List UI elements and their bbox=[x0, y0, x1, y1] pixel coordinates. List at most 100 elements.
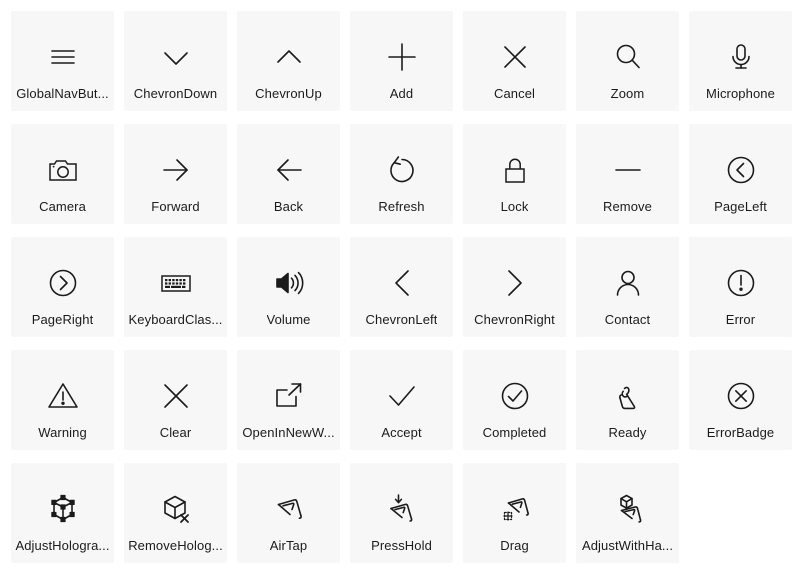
drag-icon bbox=[495, 489, 535, 529]
icon-card-drag[interactable]: Drag bbox=[463, 463, 566, 563]
icon-label: Warning bbox=[38, 425, 87, 440]
press-hold-icon bbox=[382, 489, 422, 529]
microphone-icon bbox=[721, 37, 761, 77]
icon-card-forward[interactable]: Forward bbox=[124, 124, 227, 224]
completed-icon bbox=[495, 376, 535, 416]
icon-label: Add bbox=[389, 86, 414, 101]
error-icon bbox=[721, 263, 761, 303]
icon-card-lock[interactable]: Lock bbox=[463, 124, 566, 224]
page-right-icon bbox=[43, 263, 83, 303]
refresh-icon bbox=[382, 150, 422, 190]
adjust-with-hand-icon bbox=[608, 489, 648, 529]
volume-icon bbox=[269, 263, 309, 303]
icon-card-microphone[interactable]: Microphone bbox=[689, 11, 792, 111]
back-icon bbox=[269, 150, 309, 190]
icon-card-air-tap[interactable]: AirTap bbox=[237, 463, 340, 563]
icon-card-page-right[interactable]: PageRight bbox=[11, 237, 114, 337]
icon-label: ErrorBadge bbox=[706, 425, 775, 440]
icon-label: Back bbox=[273, 199, 304, 214]
icon-label: ChevronUp bbox=[255, 86, 322, 101]
keyboard-classic-icon bbox=[156, 263, 196, 303]
icon-label: AdjustWithHa... bbox=[581, 538, 674, 553]
icon-label: PageRight bbox=[31, 312, 94, 327]
icon-label: ChevronRight bbox=[474, 312, 555, 327]
icon-label: PressHold bbox=[371, 538, 432, 553]
global-nav-button-icon bbox=[43, 37, 83, 77]
icon-card-chevron-left[interactable]: ChevronLeft bbox=[350, 237, 453, 337]
icon-card-zoom[interactable]: Zoom bbox=[576, 11, 679, 111]
icon-label: Refresh bbox=[378, 199, 425, 214]
icon-card-clear[interactable]: Clear bbox=[124, 350, 227, 450]
icon-gallery-grid: GlobalNavBut... ChevronDown ChevronUp Add Ca… bbox=[0, 0, 803, 563]
icon-card-volume[interactable]: Volume bbox=[237, 237, 340, 337]
icon-label: Error bbox=[725, 312, 756, 327]
icon-card-chevron-right[interactable]: ChevronRight bbox=[463, 237, 566, 337]
icon-card-completed[interactable]: Completed bbox=[463, 350, 566, 450]
icon-card-accept[interactable]: Accept bbox=[350, 350, 453, 450]
icon-card-adjust-hologram[interactable]: AdjustHologra... bbox=[11, 463, 114, 563]
icon-label: ChevronLeft bbox=[365, 312, 438, 327]
warning-icon bbox=[43, 376, 83, 416]
icon-label: Accept bbox=[381, 425, 422, 440]
icon-card-global-nav-button[interactable]: GlobalNavBut... bbox=[11, 11, 114, 111]
icon-card-chevron-up[interactable]: ChevronUp bbox=[237, 11, 340, 111]
icon-card-error[interactable]: Error bbox=[689, 237, 792, 337]
icon-card-press-hold[interactable]: PressHold bbox=[350, 463, 453, 563]
remove-hologram-icon bbox=[156, 489, 196, 529]
icon-label: RemoveHolog... bbox=[128, 538, 223, 553]
icon-card-keyboard-classic[interactable]: KeyboardClas... bbox=[124, 237, 227, 337]
icon-label: ChevronDown bbox=[133, 86, 218, 101]
icon-card-adjust-with-hand[interactable]: AdjustWithHa... bbox=[576, 463, 679, 563]
icon-label: Cancel bbox=[493, 86, 536, 101]
lock-icon bbox=[495, 150, 535, 190]
icon-label: Camera bbox=[39, 199, 86, 214]
icon-label: Ready bbox=[608, 425, 647, 440]
chevron-up-icon bbox=[269, 37, 309, 77]
icon-card-warning[interactable]: Warning bbox=[11, 350, 114, 450]
icon-label: Forward bbox=[151, 199, 200, 214]
zoom-icon bbox=[608, 37, 648, 77]
icon-card-remove-hologram[interactable]: RemoveHolog... bbox=[124, 463, 227, 563]
icon-card-page-left[interactable]: PageLeft bbox=[689, 124, 792, 224]
open-in-new-window-icon bbox=[269, 376, 309, 416]
icon-label: Remove bbox=[602, 199, 652, 214]
icon-card-contact[interactable]: Contact bbox=[576, 237, 679, 337]
icon-label: AdjustHologra... bbox=[15, 538, 110, 553]
icon-label: Drag bbox=[500, 538, 529, 553]
icon-label: Zoom bbox=[610, 86, 645, 101]
error-badge-icon bbox=[721, 376, 761, 416]
ready-icon bbox=[608, 376, 648, 416]
icon-card-camera[interactable]: Camera bbox=[11, 124, 114, 224]
forward-icon bbox=[156, 150, 196, 190]
icon-label: Contact bbox=[604, 312, 651, 327]
icon-card-remove[interactable]: Remove bbox=[576, 124, 679, 224]
cancel-icon bbox=[495, 37, 535, 77]
icon-label: OpenInNewW... bbox=[242, 425, 335, 440]
chevron-down-icon bbox=[156, 37, 196, 77]
contact-icon bbox=[608, 263, 648, 303]
icon-card-add[interactable]: Add bbox=[350, 11, 453, 111]
page-left-icon bbox=[721, 150, 761, 190]
icon-card-chevron-down[interactable]: ChevronDown bbox=[124, 11, 227, 111]
adjust-hologram-icon bbox=[43, 489, 83, 529]
camera-icon bbox=[43, 150, 83, 190]
icon-label: GlobalNavBut... bbox=[16, 86, 109, 101]
icon-label: Microphone bbox=[706, 86, 775, 101]
icon-card-ready[interactable]: Ready bbox=[576, 350, 679, 450]
icon-label: PageLeft bbox=[714, 199, 767, 214]
remove-icon bbox=[608, 150, 648, 190]
icon-label: Clear bbox=[159, 425, 192, 440]
icon-card-refresh[interactable]: Refresh bbox=[350, 124, 453, 224]
icon-label: Lock bbox=[500, 199, 529, 214]
icon-label: KeyboardClas... bbox=[128, 312, 223, 327]
air-tap-icon bbox=[269, 489, 309, 529]
icon-card-error-badge[interactable]: ErrorBadge bbox=[689, 350, 792, 450]
icon-card-back[interactable]: Back bbox=[237, 124, 340, 224]
icon-card-open-in-new-window[interactable]: OpenInNewW... bbox=[237, 350, 340, 450]
add-icon bbox=[382, 37, 422, 77]
chevron-left-icon bbox=[382, 263, 422, 303]
icon-card-cancel[interactable]: Cancel bbox=[463, 11, 566, 111]
accept-icon bbox=[382, 376, 422, 416]
chevron-right-icon bbox=[495, 263, 535, 303]
icon-label: Completed bbox=[482, 425, 547, 440]
